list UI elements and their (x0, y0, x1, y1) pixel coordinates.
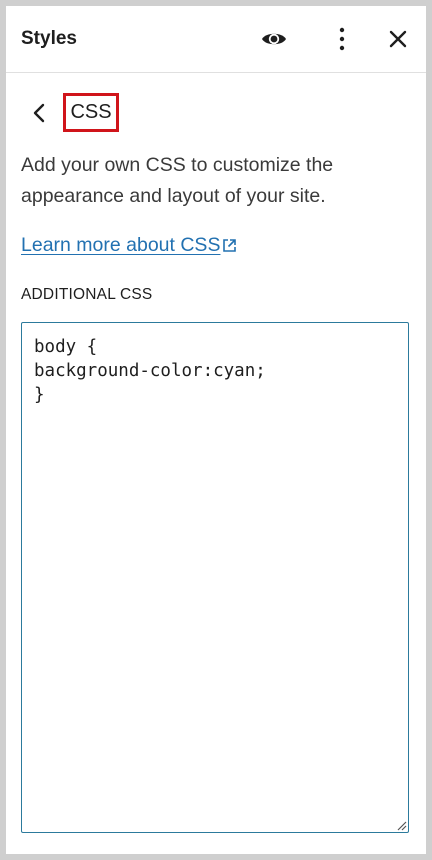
more-options-button[interactable] (322, 20, 362, 58)
close-button[interactable] (378, 20, 418, 58)
learn-more-link[interactable]: Learn more about CSS (21, 232, 237, 258)
additional-css-label: ADDITIONAL CSS (21, 286, 153, 303)
panel-header: Styles (6, 6, 426, 73)
css-description: Add your own CSS to customize the appear… (21, 154, 334, 207)
chevron-left-icon (33, 103, 45, 123)
close-icon (389, 30, 407, 48)
section-title: CSS (63, 93, 119, 132)
external-link-icon (223, 239, 237, 252)
back-button[interactable] (24, 98, 54, 128)
additional-css-textarea[interactable]: body { background-color:cyan; } (21, 322, 409, 833)
learn-more-link-text: Learn more about CSS (21, 234, 221, 256)
eye-icon (262, 33, 286, 45)
section-nav: CSS (6, 90, 426, 136)
panel-title: Styles (21, 28, 77, 49)
resize-handle-icon[interactable] (395, 819, 407, 831)
styles-sidebar-panel: Styles CSS Add your own CSS to customize… (6, 6, 426, 854)
preview-button[interactable] (254, 20, 294, 58)
more-vertical-icon (339, 27, 345, 51)
